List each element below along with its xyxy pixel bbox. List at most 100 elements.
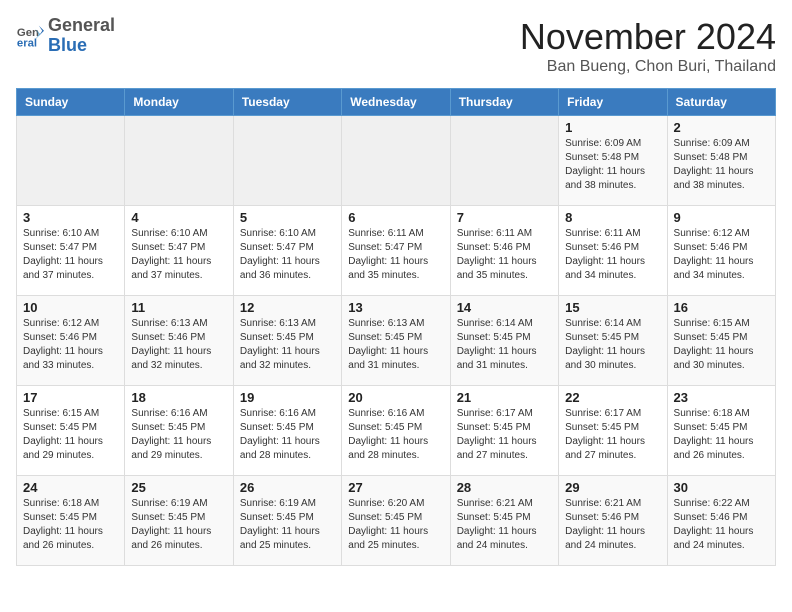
day-info: Sunrise: 6:09 AM Sunset: 5:48 PM Dayligh… bbox=[565, 137, 660, 193]
day-info: Sunrise: 6:14 AM Sunset: 5:45 PM Dayligh… bbox=[565, 317, 660, 373]
day-info: Sunrise: 6:10 AM Sunset: 5:47 PM Dayligh… bbox=[131, 227, 226, 283]
week-row-4: 17 Sunrise: 6:15 AM Sunset: 5:45 PM Dayli… bbox=[17, 386, 776, 476]
day-number: 3 bbox=[23, 210, 118, 225]
calendar-cell: 29Sunrise: 6:21 AM Sunset: 5:46 PM Dayli… bbox=[559, 476, 667, 566]
page-header: Gen eral General Blue November 2024 Ban … bbox=[16, 16, 776, 76]
weekday-header-sunday: Sunday bbox=[17, 89, 125, 116]
calendar-cell: 26 Sunrise: 6:19 AM Sunset: 5:45 PM Dayli… bbox=[233, 476, 341, 566]
day-number: 16 bbox=[674, 300, 769, 315]
calendar-cell: 28Sunrise: 6:21 AM Sunset: 5:45 PM Dayli… bbox=[450, 476, 558, 566]
calendar-cell: 16 Sunrise: 6:15 AM Sunset: 5:45 PM Dayli… bbox=[667, 296, 775, 386]
day-info: Sunrise: 6:15 AM Sunset: 5:45 PM Dayligh… bbox=[674, 317, 769, 373]
calendar-cell bbox=[17, 116, 125, 206]
calendar-cell: 18 Sunrise: 6:16 AM Sunset: 5:45 PM Dayli… bbox=[125, 386, 233, 476]
calendar-cell: 4 Sunrise: 6:10 AM Sunset: 5:47 PM Daylig… bbox=[125, 206, 233, 296]
calendar-cell: 7Sunrise: 6:11 AM Sunset: 5:46 PM Daylig… bbox=[450, 206, 558, 296]
calendar-cell: 10Sunrise: 6:12 AM Sunset: 5:46 PM Dayli… bbox=[17, 296, 125, 386]
calendar-table: SundayMondayTuesdayWednesdayThursdayFrid… bbox=[16, 88, 776, 566]
day-info: Sunrise: 6:16 AM Sunset: 5:45 PM Dayligh… bbox=[131, 407, 226, 463]
day-info: Sunrise: 6:11 AM Sunset: 5:46 PM Dayligh… bbox=[565, 227, 660, 283]
day-info: Sunrise: 6:12 AM Sunset: 5:46 PM Dayligh… bbox=[674, 227, 769, 283]
calendar-cell: 17 Sunrise: 6:15 AM Sunset: 5:45 PM Dayli… bbox=[17, 386, 125, 476]
calendar-cell: 15 Sunrise: 6:14 AM Sunset: 5:45 PM Dayli… bbox=[559, 296, 667, 386]
calendar-cell: 13 Sunrise: 6:13 AM Sunset: 5:45 PM Dayli… bbox=[342, 296, 450, 386]
day-number: 7 bbox=[457, 210, 552, 225]
day-info: Sunrise: 6:12 AM Sunset: 5:46 PM Dayligh… bbox=[23, 317, 118, 373]
location: Ban Bueng, Chon Buri, Thailand bbox=[520, 58, 776, 76]
day-info: Sunrise: 6:17 AM Sunset: 5:45 PM Dayligh… bbox=[565, 407, 660, 463]
day-number: 19 bbox=[240, 390, 335, 405]
day-number: 14 bbox=[457, 300, 552, 315]
calendar-cell: 5 Sunrise: 6:10 AM Sunset: 5:47 PM Daylig… bbox=[233, 206, 341, 296]
day-number: 28 bbox=[457, 480, 552, 495]
calendar-cell: 11Sunrise: 6:13 AM Sunset: 5:46 PM Dayli… bbox=[125, 296, 233, 386]
calendar-cell bbox=[342, 116, 450, 206]
day-info: Sunrise: 6:16 AM Sunset: 5:45 PM Dayligh… bbox=[240, 407, 335, 463]
weekday-header-saturday: Saturday bbox=[667, 89, 775, 116]
day-info: Sunrise: 6:18 AM Sunset: 5:45 PM Dayligh… bbox=[674, 407, 769, 463]
calendar-cell: 6Sunrise: 6:11 AM Sunset: 5:47 PM Daylig… bbox=[342, 206, 450, 296]
calendar-cell: 14 Sunrise: 6:14 AM Sunset: 5:45 PM Dayli… bbox=[450, 296, 558, 386]
calendar-cell: 2 Sunrise: 6:09 AM Sunset: 5:48 PM Daylig… bbox=[667, 116, 775, 206]
weekday-header-wednesday: Wednesday bbox=[342, 89, 450, 116]
calendar-cell: 9 Sunrise: 6:12 AM Sunset: 5:46 PM Daylig… bbox=[667, 206, 775, 296]
day-number: 23 bbox=[674, 390, 769, 405]
week-row-2: 3 Sunrise: 6:10 AM Sunset: 5:47 PM Daylig… bbox=[17, 206, 776, 296]
calendar-header: SundayMondayTuesdayWednesdayThursdayFrid… bbox=[17, 89, 776, 116]
logo-general-text: General bbox=[48, 15, 115, 35]
weekday-header-tuesday: Tuesday bbox=[233, 89, 341, 116]
day-info: Sunrise: 6:19 AM Sunset: 5:45 PM Dayligh… bbox=[131, 497, 226, 553]
calendar-cell bbox=[125, 116, 233, 206]
day-number: 5 bbox=[240, 210, 335, 225]
day-number: 24 bbox=[23, 480, 118, 495]
day-info: Sunrise: 6:20 AM Sunset: 5:45 PM Dayligh… bbox=[348, 497, 443, 553]
logo-blue-text: Blue bbox=[48, 35, 87, 55]
weekday-header-thursday: Thursday bbox=[450, 89, 558, 116]
day-number: 12 bbox=[240, 300, 335, 315]
day-number: 9 bbox=[674, 210, 769, 225]
day-number: 15 bbox=[565, 300, 660, 315]
day-info: Sunrise: 6:18 AM Sunset: 5:45 PM Dayligh… bbox=[23, 497, 118, 553]
month-title: November 2024 bbox=[520, 16, 776, 58]
logo-icon: Gen eral bbox=[16, 22, 44, 50]
calendar-cell: 12Sunrise: 6:13 AM Sunset: 5:45 PM Dayli… bbox=[233, 296, 341, 386]
calendar-cell: 21Sunrise: 6:17 AM Sunset: 5:45 PM Dayli… bbox=[450, 386, 558, 476]
day-info: Sunrise: 6:14 AM Sunset: 5:45 PM Dayligh… bbox=[457, 317, 552, 373]
day-number: 26 bbox=[240, 480, 335, 495]
svg-text:eral: eral bbox=[17, 37, 37, 49]
day-number: 20 bbox=[348, 390, 443, 405]
day-number: 30 bbox=[674, 480, 769, 495]
day-info: Sunrise: 6:15 AM Sunset: 5:45 PM Dayligh… bbox=[23, 407, 118, 463]
day-info: Sunrise: 6:19 AM Sunset: 5:45 PM Dayligh… bbox=[240, 497, 335, 553]
week-row-5: 24 Sunrise: 6:18 AM Sunset: 5:45 PM Dayli… bbox=[17, 476, 776, 566]
calendar-cell: 3 Sunrise: 6:10 AM Sunset: 5:47 PM Daylig… bbox=[17, 206, 125, 296]
calendar-cell: 27 Sunrise: 6:20 AM Sunset: 5:45 PM Dayli… bbox=[342, 476, 450, 566]
day-number: 8 bbox=[565, 210, 660, 225]
day-info: Sunrise: 6:13 AM Sunset: 5:45 PM Dayligh… bbox=[348, 317, 443, 373]
week-row-3: 10Sunrise: 6:12 AM Sunset: 5:46 PM Dayli… bbox=[17, 296, 776, 386]
day-number: 4 bbox=[131, 210, 226, 225]
calendar-body: 1 Sunrise: 6:09 AM Sunset: 5:48 PM Daylig… bbox=[17, 116, 776, 566]
weekday-header-row: SundayMondayTuesdayWednesdayThursdayFrid… bbox=[17, 89, 776, 116]
day-number: 18 bbox=[131, 390, 226, 405]
week-row-1: 1 Sunrise: 6:09 AM Sunset: 5:48 PM Daylig… bbox=[17, 116, 776, 206]
day-info: Sunrise: 6:17 AM Sunset: 5:45 PM Dayligh… bbox=[457, 407, 552, 463]
calendar-cell bbox=[233, 116, 341, 206]
calendar-cell: 22Sunrise: 6:17 AM Sunset: 5:45 PM Dayli… bbox=[559, 386, 667, 476]
day-number: 1 bbox=[565, 120, 660, 135]
calendar-cell: 20 Sunrise: 6:16 AM Sunset: 5:45 PM Dayli… bbox=[342, 386, 450, 476]
day-number: 6 bbox=[348, 210, 443, 225]
day-info: Sunrise: 6:10 AM Sunset: 5:47 PM Dayligh… bbox=[23, 227, 118, 283]
logo: Gen eral General Blue bbox=[16, 16, 115, 56]
day-number: 13 bbox=[348, 300, 443, 315]
day-number: 17 bbox=[23, 390, 118, 405]
day-number: 27 bbox=[348, 480, 443, 495]
day-info: Sunrise: 6:16 AM Sunset: 5:45 PM Dayligh… bbox=[348, 407, 443, 463]
day-info: Sunrise: 6:09 AM Sunset: 5:48 PM Dayligh… bbox=[674, 137, 769, 193]
day-info: Sunrise: 6:10 AM Sunset: 5:47 PM Dayligh… bbox=[240, 227, 335, 283]
day-info: Sunrise: 6:13 AM Sunset: 5:46 PM Dayligh… bbox=[131, 317, 226, 373]
day-info: Sunrise: 6:22 AM Sunset: 5:46 PM Dayligh… bbox=[674, 497, 769, 553]
calendar-cell: 1 Sunrise: 6:09 AM Sunset: 5:48 PM Daylig… bbox=[559, 116, 667, 206]
calendar-cell: 8 Sunrise: 6:11 AM Sunset: 5:46 PM Daylig… bbox=[559, 206, 667, 296]
day-number: 2 bbox=[674, 120, 769, 135]
